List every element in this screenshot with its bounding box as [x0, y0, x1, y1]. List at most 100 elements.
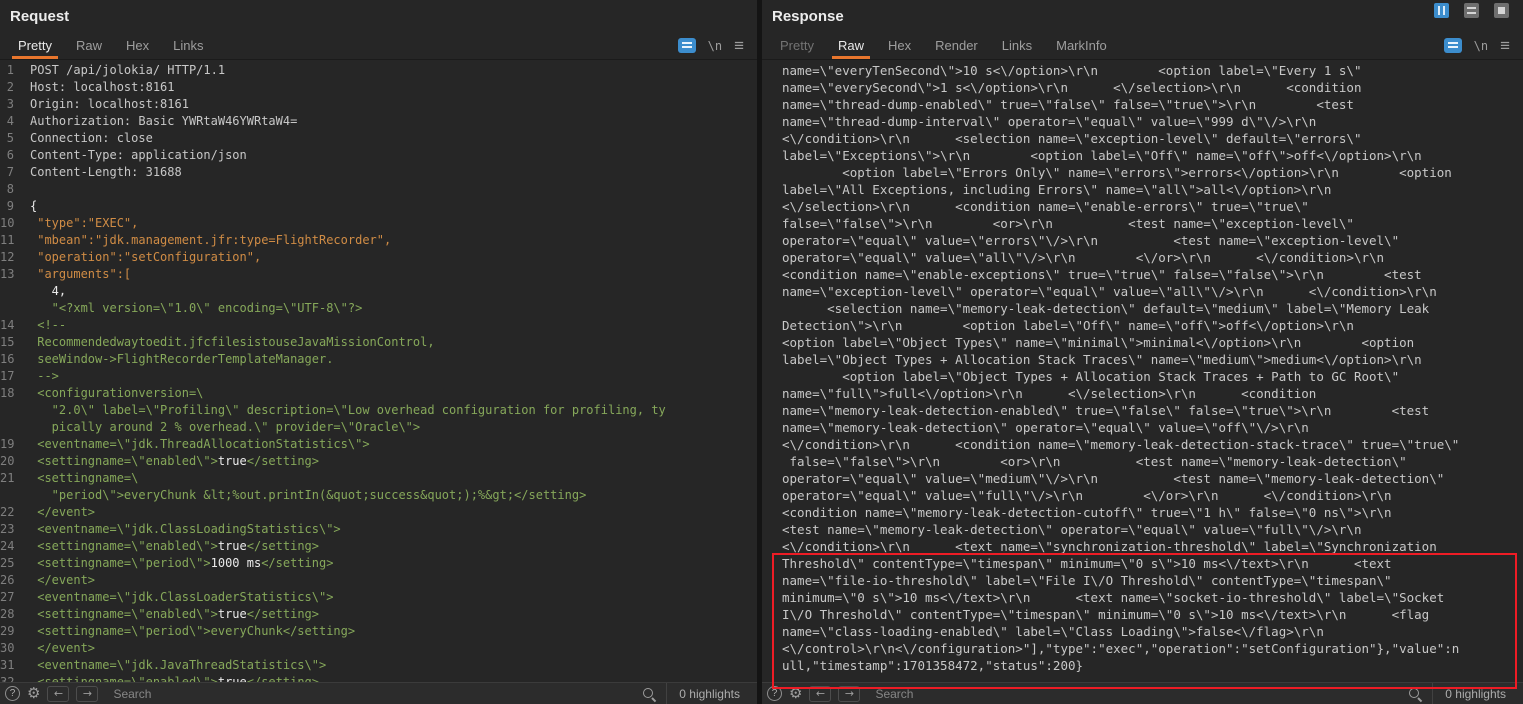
line-number: 30 [0, 640, 14, 657]
response-code-line: operator=\"equal\" value=\"medium\"\/>\r… [762, 470, 1523, 487]
tab-pretty[interactable]: Pretty [768, 32, 826, 59]
show-newlines-button[interactable]: \n [1474, 39, 1488, 53]
request-panel: Request PrettyRawHexLinks \n ≡ 1POST /ap… [0, 0, 757, 704]
request-code-line: 13 "arguments":[ [0, 266, 757, 283]
response-code-line: name=\"full\">full<\/option>\r\n <\/sele… [762, 385, 1523, 402]
tab-raw[interactable]: Raw [826, 32, 876, 59]
request-code-line: 28 <settingname=\"enabled\">true</settin… [0, 606, 757, 623]
line-number: 29 [0, 623, 14, 640]
layout-columns-icon[interactable] [1434, 3, 1449, 18]
line-number: 25 [0, 555, 14, 572]
request-title: Request [10, 8, 69, 25]
highlights-count: 0 highlights [1432, 683, 1518, 704]
request-code-line: 27 <eventname=\"jdk.ClassLoaderStatistic… [0, 589, 757, 606]
request-tabbar: PrettyRawHexLinks \n ≡ [0, 32, 757, 60]
show-newlines-button[interactable]: \n [708, 39, 722, 53]
line-number: 7 [0, 164, 14, 181]
syntax-highlight-icon[interactable] [678, 38, 696, 53]
response-code-line: operator=\"equal\" value=\"all\"\/>\r\n … [762, 249, 1523, 266]
line-number: 12 [0, 249, 14, 266]
response-code-line: <\/condition>\r\n <selection name=\"exce… [762, 130, 1523, 147]
line-number: 5 [0, 130, 14, 147]
tab-render[interactable]: Render [923, 32, 990, 59]
request-code-line: 32 <settingname=\"enabled\">true</settin… [0, 674, 757, 682]
request-tabbar-icons: \n ≡ [678, 32, 751, 59]
response-code-line: <\/condition>\r\n <text name=\"synchroni… [762, 538, 1523, 555]
layout-rows-icon[interactable] [1464, 3, 1479, 18]
request-code-line: "period\">everyChunk &lt;%out.printIn(&q… [0, 487, 757, 504]
tabbar-spacer [1119, 32, 1444, 59]
request-code-line: 21 <settingname=\ [0, 470, 757, 487]
menu-icon[interactable]: ≡ [734, 37, 744, 54]
tab-links[interactable]: Links [990, 32, 1044, 59]
search-next-button[interactable]: → [76, 686, 98, 702]
search-prev-button[interactable]: ← [809, 686, 831, 702]
help-icon[interactable]: ? [767, 686, 782, 701]
response-code-line: name=\"class-loading-enabled\" label=\"C… [762, 623, 1523, 640]
response-code-line: I\/O Threshold\" contentType=\"timespan\… [762, 606, 1523, 623]
menu-icon[interactable]: ≡ [1500, 37, 1510, 54]
response-code-line: <condition name=\"memory-leak-detection-… [762, 504, 1523, 521]
search-next-button[interactable]: → [838, 686, 860, 702]
response-code-line: <\/control>\r\n<\/configuration>"],"type… [762, 640, 1523, 657]
request-code-line: 26 </event> [0, 572, 757, 589]
response-editor[interactable]: name=\"everyTenSecond\">10 s<\/option>\r… [762, 60, 1523, 682]
syntax-highlight-icon[interactable] [1444, 38, 1462, 53]
response-tabbar: PrettyRawHexRenderLinksMarkInfo \n ≡ [762, 32, 1523, 60]
request-code-line: 16 seeWindow->FlightRecorderTemplateMana… [0, 351, 757, 368]
request-code-line: 17 --> [0, 368, 757, 385]
tab-hex[interactable]: Hex [114, 32, 161, 59]
request-code-line: 2Host: localhost:8161 [0, 79, 757, 96]
search-icon[interactable] [1407, 686, 1423, 702]
tab-pretty[interactable]: Pretty [6, 32, 64, 59]
response-code-line: name=\"everySecond\">1 s<\/option>\r\n <… [762, 79, 1523, 96]
request-code-line: "<?xml version=\"1.0\" encoding=\"UTF-8\… [0, 300, 757, 317]
settings-gear-icon[interactable]: ⚙ [789, 686, 802, 701]
request-code-line: 4Authorization: Basic YWRtaW46YWRtaW4= [0, 113, 757, 130]
request-code-line: 1POST /api/jolokia/ HTTP/1.1 [0, 62, 757, 79]
line-number: 8 [0, 181, 14, 198]
help-icon[interactable]: ? [5, 686, 20, 701]
request-code-line: 20 <settingname=\"enabled\">true</settin… [0, 453, 757, 470]
response-code-line: Threshold\" contentType=\"timespan\" min… [762, 555, 1523, 572]
search-prev-button[interactable]: ← [47, 686, 69, 702]
tab-links[interactable]: Links [161, 32, 215, 59]
response-panel: Response PrettyRawHexRenderLinksMarkInfo… [762, 0, 1523, 704]
tab-hex[interactable]: Hex [876, 32, 923, 59]
response-code-line: name=\"everyTenSecond\">10 s<\/option>\r… [762, 62, 1523, 79]
layout-tabs-icon[interactable] [1494, 3, 1509, 18]
response-code-line: <\/selection>\r\n <condition name=\"enab… [762, 198, 1523, 215]
request-code-line: 29 <settingname=\"period\">everyChunk</s… [0, 623, 757, 640]
request-search-bar: ? ⚙ ← → 0 highlights [0, 682, 757, 704]
line-number: 19 [0, 436, 14, 453]
response-code-line: name=\"memory-leak-detection\" operator=… [762, 419, 1523, 436]
search-input[interactable] [105, 687, 634, 701]
request-editor[interactable]: 1POST /api/jolokia/ HTTP/1.12Host: local… [0, 60, 757, 682]
search-input[interactable] [867, 687, 1400, 701]
line-number: 14 [0, 317, 14, 334]
search-icon[interactable] [641, 686, 657, 702]
highlights-count: 0 highlights [666, 683, 752, 704]
response-header: Response [762, 0, 1523, 32]
response-code-line: <selection name=\"memory-leak-detection\… [762, 300, 1523, 317]
response-code-line: name=\"exception-level\" operator=\"equa… [762, 283, 1523, 300]
response-code-line: name=\"thread-dump-enabled\" true=\"fals… [762, 96, 1523, 113]
line-number: 11 [0, 232, 14, 249]
tabbar-spacer [215, 32, 677, 59]
line-number: 1 [0, 62, 14, 79]
line-number: 27 [0, 589, 14, 606]
response-code-line: false=\"false\">\r\n <or>\r\n <test name… [762, 453, 1523, 470]
response-code-line: label=\"Object Types + Allocation Stack … [762, 351, 1523, 368]
line-number: 26 [0, 572, 14, 589]
request-code-line: 14 <!-- [0, 317, 757, 334]
line-number: 17 [0, 368, 14, 385]
response-tabbar-icons: \n ≡ [1444, 32, 1517, 59]
response-code-line: <option label=\"Object Types + Allocatio… [762, 368, 1523, 385]
settings-gear-icon[interactable]: ⚙ [27, 686, 40, 701]
response-code-line: operator=\"equal\" value=\"full\"\/>\r\n… [762, 487, 1523, 504]
tab-raw[interactable]: Raw [64, 32, 114, 59]
tab-markinfo[interactable]: MarkInfo [1044, 32, 1119, 59]
line-number: 2 [0, 79, 14, 96]
request-code-line: 23 <eventname=\"jdk.ClassLoadingStatisti… [0, 521, 757, 538]
response-code-line: <option label=\"Object Types\" name=\"mi… [762, 334, 1523, 351]
